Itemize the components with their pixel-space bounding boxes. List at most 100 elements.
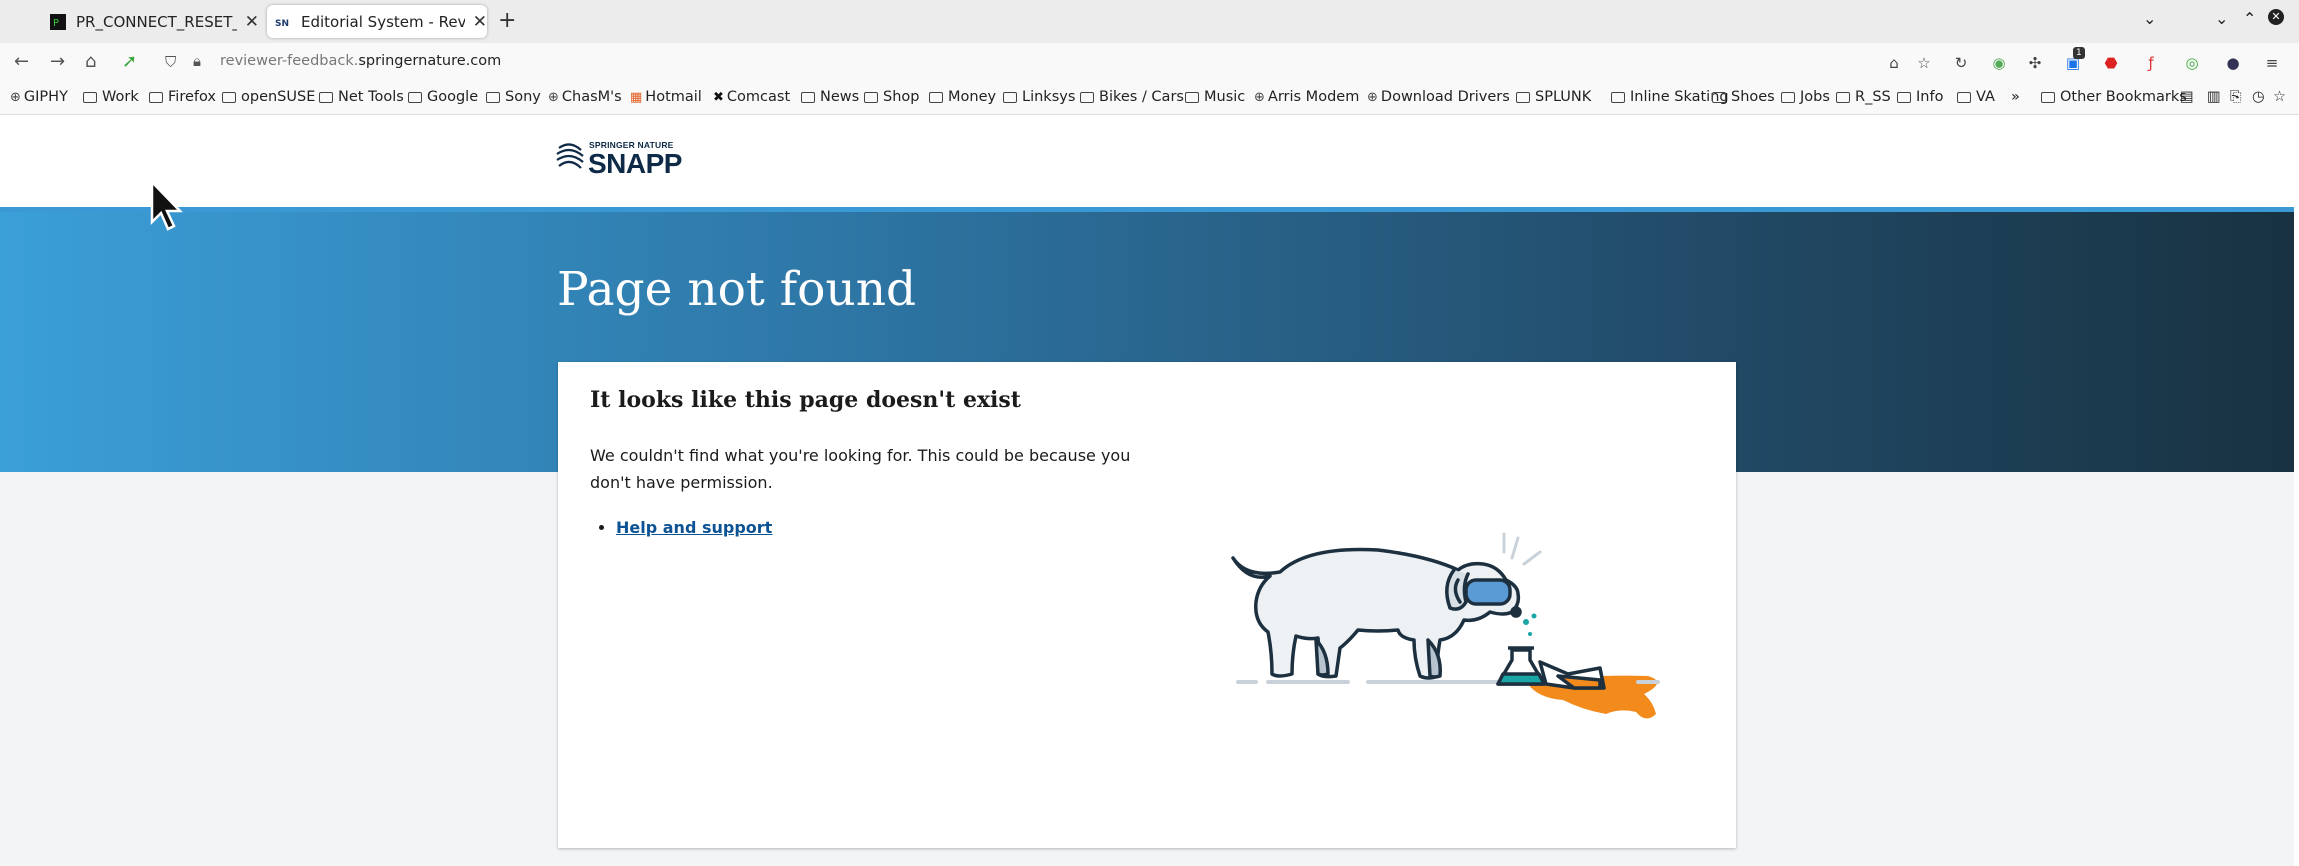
error-card: It looks like this page doesn't exist We… xyxy=(558,362,1736,848)
bookmark-item[interactable]: Google xyxy=(408,89,478,105)
bookmark-item[interactable]: SPLUNK xyxy=(1516,89,1591,105)
snapp-logo[interactable]: SPRINGER NATURE SNAPP xyxy=(555,140,682,179)
account-icon[interactable]: ● xyxy=(2223,53,2243,73)
screenshot-icon[interactable]: ⎘ xyxy=(2230,89,2242,105)
card-title: It looks like this page doesn't exist xyxy=(590,387,1021,413)
folder-icon xyxy=(1712,91,1726,103)
notification-extension-icon[interactable]: ▣ 1 xyxy=(2063,47,2085,73)
extensions-puzzle-icon[interactable]: ✣ xyxy=(2025,53,2045,73)
bookmarks-toolbar: ⊕ GIPHY Work Firefox openSUSE Net Tools Google… xyxy=(0,81,2299,115)
bookmark-item[interactable]: Music xyxy=(1185,89,1245,105)
shield-icon[interactable]: ⛉ xyxy=(165,53,176,71)
bookmark-label: Google xyxy=(427,89,479,105)
bookmark-item[interactable]: Info xyxy=(1897,89,1943,105)
bookmark-item[interactable]: ⊕ ChasM's xyxy=(548,89,622,105)
bookmark-item[interactable]: Linksys xyxy=(1003,89,1075,105)
bookmark-label: SPLUNK xyxy=(1535,89,1592,105)
url-bar[interactable]: reviewer-feedback.springernature.com xyxy=(220,53,501,69)
globe-icon: ⊕ xyxy=(10,89,21,105)
bookmark-item[interactable]: openSUSE xyxy=(222,89,315,105)
bookmark-label: Download Drivers xyxy=(1380,89,1510,105)
forward-icon[interactable]: → xyxy=(50,51,65,72)
bookmark-item[interactable]: ⊕ Arris Modem xyxy=(1254,89,1359,105)
folder-icon xyxy=(319,91,333,103)
tab-list-chevron-icon[interactable]: ⌄ xyxy=(2143,9,2156,28)
bookmark-item[interactable]: Sony xyxy=(486,89,541,105)
folder-icon xyxy=(149,91,163,103)
folder-icon xyxy=(1080,91,1094,103)
maximize-icon[interactable]: ⌃ xyxy=(2243,9,2256,28)
folder-icon xyxy=(1611,91,1625,103)
extension-leaf-icon[interactable]: ➚ xyxy=(122,51,137,72)
bookmark-label: Jobs xyxy=(1800,89,1830,105)
folder-icon xyxy=(1836,91,1850,103)
back-icon[interactable]: ← xyxy=(14,51,29,72)
bookmark-manager-icon[interactable]: ☆ xyxy=(2273,89,2286,105)
help-list: Help and support xyxy=(616,518,772,537)
bookmark-label: Money xyxy=(948,89,997,105)
folder-icon xyxy=(408,91,422,103)
tab-close-icon[interactable]: ✕ xyxy=(473,12,487,32)
bookmark-item[interactable]: ✖ Comcast xyxy=(713,89,790,105)
url-prefix: reviewer-feedback. xyxy=(220,53,359,69)
adblock-icon[interactable]: ⬣ xyxy=(2101,53,2121,73)
bookmark-item[interactable]: R_SS xyxy=(1836,89,1891,105)
bookmark-item[interactable]: ▦ Hotmail xyxy=(630,89,702,105)
help-and-support-link[interactable]: Help and support xyxy=(616,518,772,537)
reload-icon[interactable]: ↻ xyxy=(1951,53,1971,73)
svg-text:SN: SN xyxy=(275,19,289,29)
bookmark-item[interactable]: Jobs xyxy=(1781,89,1830,105)
url-host: springernature.com xyxy=(358,53,502,69)
bookmark-label: Music xyxy=(1204,89,1246,105)
bookmark-label: Work xyxy=(102,89,139,105)
bookmark-item[interactable]: Shop xyxy=(864,89,919,105)
home-icon[interactable]: ⌂ xyxy=(85,51,96,72)
bookmark-label: Firefox xyxy=(168,89,216,105)
sync-extension-icon[interactable]: ◎ xyxy=(2182,53,2202,73)
bookmark-label: Shoes xyxy=(1731,89,1775,105)
bookmark-label: Hotmail xyxy=(645,89,702,105)
bookmark-item[interactable]: ⊕ Download Drivers xyxy=(1367,89,1510,105)
library-icon[interactable]: ▥ xyxy=(2207,89,2221,105)
bookmark-label: Info xyxy=(1916,89,1944,105)
folder-icon xyxy=(1185,91,1199,103)
dog-scientist-illustration-icon xyxy=(1231,532,1660,719)
bookmark-item[interactable]: Net Tools xyxy=(319,89,404,105)
bookmark-item[interactable]: News xyxy=(801,89,859,105)
bookmark-item[interactable]: Money xyxy=(929,89,996,105)
tab-pr-connect-reset[interactable]: P PR_CONNECT_RESET_ERROR ✕ xyxy=(44,5,259,38)
tab-title: Editorial System - Reviewer xyxy=(301,12,465,31)
bookmark-label: R_SS xyxy=(1855,89,1891,105)
pdf-icon[interactable]: ƒ xyxy=(2141,53,2161,73)
folder-icon xyxy=(1003,91,1017,103)
folder-icon xyxy=(2041,91,2055,103)
minimize-icon[interactable]: ⌄ xyxy=(2215,9,2228,28)
extension-icon[interactable]: ◉ xyxy=(1989,53,2009,73)
reader-icon[interactable]: ⌂ xyxy=(1884,53,1904,73)
bookmark-item[interactable]: Bikes / Cars xyxy=(1080,89,1184,105)
lock-icon[interactable]: 🔒︎ xyxy=(193,52,201,70)
globe-icon: ⊕ xyxy=(1254,89,1265,105)
sidebar-icon[interactable]: ▤ xyxy=(2180,89,2194,105)
notification-badge: 1 xyxy=(2073,47,2085,59)
page-title: Page not found xyxy=(557,262,917,317)
navigation-toolbar: ← → ⌂ ➚ ⛉ 🔒︎ reviewer-feedback.springern… xyxy=(0,43,2299,81)
bookmark-item[interactable]: Inline Skating xyxy=(1611,89,1729,105)
bookmark-star-icon[interactable]: ☆ xyxy=(1914,53,1934,73)
bookmarks-overflow-chevron-icon[interactable]: » xyxy=(2011,89,2020,105)
other-bookmarks[interactable]: Other Bookmarks xyxy=(2041,89,2187,105)
bookmark-item[interactable]: Shoes xyxy=(1712,89,1775,105)
bookmark-label: VA xyxy=(1976,89,1995,105)
history-icon[interactable]: ◷ xyxy=(2252,89,2265,105)
bookmark-item[interactable]: VA xyxy=(1957,89,1995,105)
bookmark-label: Net Tools xyxy=(338,89,404,105)
new-tab-button[interactable]: + xyxy=(498,8,516,33)
springer-nature-logo-icon xyxy=(556,143,584,169)
bookmark-item[interactable]: ⊕ GIPHY xyxy=(10,89,68,105)
bookmark-item[interactable]: Work xyxy=(83,89,139,105)
menu-icon[interactable]: ≡ xyxy=(2262,53,2282,73)
close-window-icon[interactable]: ✕ xyxy=(2268,9,2284,25)
tab-editorial-system[interactable]: SN Editorial System - Reviewer ✕ xyxy=(267,5,487,38)
tab-close-icon[interactable]: ✕ xyxy=(245,12,259,32)
bookmark-item[interactable]: Firefox xyxy=(149,89,216,105)
